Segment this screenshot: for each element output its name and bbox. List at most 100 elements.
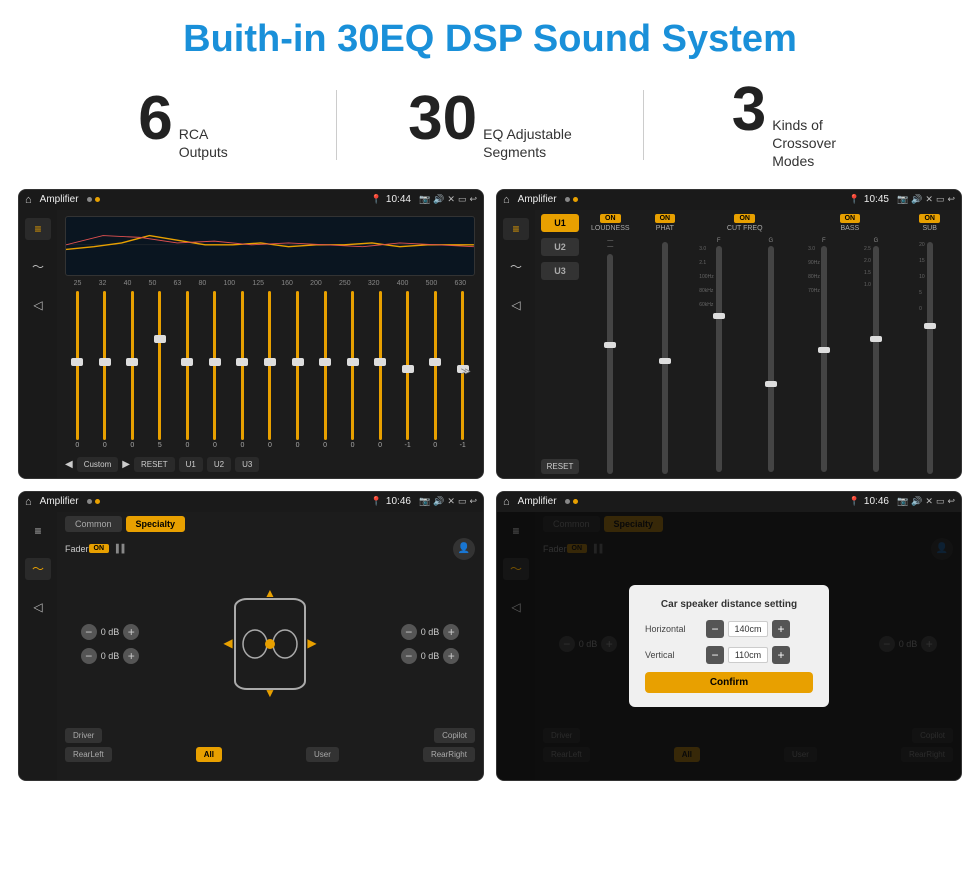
- db-control-br: − 0 dB +: [401, 648, 460, 664]
- eq-u3-btn[interactable]: U3: [235, 457, 259, 472]
- db-val-bl: 0 dB: [101, 651, 120, 661]
- svg-text:▲: ▲: [264, 586, 276, 600]
- stat-eq: 30 EQ Adjustable Segments: [347, 88, 633, 161]
- volume-icon-2: 🔊: [911, 194, 922, 205]
- db-plus-tl[interactable]: +: [123, 624, 139, 640]
- fader-on-badge[interactable]: ON: [89, 544, 110, 553]
- stat-number-crossover: 3: [732, 79, 766, 141]
- horizontal-minus[interactable]: −: [706, 620, 724, 638]
- pin-icon-4: 📍: [849, 496, 860, 507]
- back-icon-1[interactable]: ↩: [469, 194, 477, 205]
- confirm-button[interactable]: Confirm: [645, 672, 813, 693]
- back-icon-2[interactable]: ↩: [947, 194, 955, 205]
- eq-play-btn[interactable]: ▶: [122, 459, 130, 470]
- x-icon-1: ✕: [447, 194, 455, 205]
- db-minus-br[interactable]: −: [401, 648, 417, 664]
- xover-on-loudness[interactable]: ON: [600, 214, 621, 223]
- db-plus-tr[interactable]: +: [443, 624, 459, 640]
- side-icons-3: ≡ 〜 ◁: [19, 512, 57, 780]
- db-minus-tl[interactable]: −: [81, 624, 97, 640]
- db-plus-br[interactable]: +: [443, 648, 459, 664]
- fader-profile-icon[interactable]: 👤: [453, 538, 475, 560]
- stat-number-rca: 6: [138, 88, 172, 150]
- stat-rca: 6 RCA Outputs: [40, 88, 326, 161]
- vertical-minus[interactable]: −: [706, 646, 724, 664]
- copilot-btn[interactable]: Copilot: [434, 728, 475, 743]
- speaker-icon-1[interactable]: ◁: [25, 294, 51, 316]
- eq-arrow-right[interactable]: ≫: [461, 366, 471, 377]
- loudness-slider[interactable]: [607, 254, 613, 474]
- eq-icon-2[interactable]: ≡: [503, 218, 529, 240]
- xover-u3[interactable]: U3: [541, 262, 579, 280]
- eq-graph: [65, 216, 475, 276]
- svg-text:▼: ▼: [264, 686, 276, 700]
- home-icon-1[interactable]: ⌂: [25, 194, 32, 206]
- back-icon-3[interactable]: ↩: [469, 496, 477, 507]
- x-icon-3: ✕: [447, 496, 455, 507]
- screen4-title: Amplifier: [518, 496, 557, 507]
- screen2-title: Amplifier: [518, 194, 557, 205]
- db-val-tr: 0 dB: [421, 627, 440, 637]
- fader-tabs-row: Common Specialty: [65, 516, 475, 532]
- eq-icon-1[interactable]: ≡: [25, 218, 51, 240]
- volume-icon-4: 🔊: [911, 496, 922, 507]
- status-dots-3: [87, 499, 100, 504]
- xover-on-phat[interactable]: ON: [655, 214, 676, 223]
- db-minus-tr[interactable]: −: [401, 624, 417, 640]
- camera-icon-3: 📷: [419, 496, 430, 507]
- home-icon-2[interactable]: ⌂: [503, 194, 510, 206]
- xover-ch-cutfreq: ON CUT FREQ F 3.0 2.1 100Hz: [694, 214, 795, 474]
- dialog-box: Car speaker distance setting Horizontal …: [629, 585, 829, 707]
- car-diagram-area: ▲ ▼ ◀ ▶: [155, 564, 385, 724]
- status-dots-1: [87, 197, 100, 202]
- rearright-btn[interactable]: RearRight: [423, 747, 475, 762]
- tab-common[interactable]: Common: [65, 516, 122, 532]
- eq-u1-btn[interactable]: U1: [179, 457, 203, 472]
- xover-channels-area: ON LOUDNESS — —: [585, 214, 955, 474]
- xover-label-cutfreq: CUT FREQ: [727, 225, 763, 232]
- xover-left-panel: U1 U2 U3 RESET: [541, 214, 579, 474]
- side-icons-2: ≡ 〜 ◁: [497, 210, 535, 478]
- db-val-tl: 0 dB: [101, 627, 120, 637]
- user-btn[interactable]: User: [306, 747, 339, 762]
- camera-icon-4: 📷: [897, 496, 908, 507]
- xover-label-phat: PHAT: [656, 225, 674, 232]
- eq-bottom-row: ◀ Custom ▶ RESET U1 U2 U3: [65, 457, 475, 472]
- wave-icon-3[interactable]: 〜: [25, 558, 51, 580]
- horizontal-plus[interactable]: +: [772, 620, 790, 638]
- status-bar-2: ⌂ Amplifier 📍 10:45 📷 🔊 ✕ ▭ ↩: [497, 190, 961, 210]
- xover-on-cutfreq[interactable]: ON: [734, 214, 755, 223]
- xover-reset[interactable]: RESET: [541, 459, 579, 474]
- tab-specialty[interactable]: Specialty: [126, 516, 186, 532]
- xover-u1[interactable]: U1: [541, 214, 579, 232]
- eq-reset-btn[interactable]: RESET: [134, 457, 175, 472]
- x-icon-4: ✕: [925, 496, 933, 507]
- eq-icon-3[interactable]: ≡: [25, 520, 51, 542]
- xover-u2[interactable]: U2: [541, 238, 579, 256]
- eq-prev-btn[interactable]: ◀: [65, 459, 73, 470]
- xover-on-bass[interactable]: ON: [840, 214, 861, 223]
- xover-on-sub[interactable]: ON: [919, 214, 940, 223]
- vertical-plus[interactable]: +: [772, 646, 790, 664]
- vertical-label: Vertical: [645, 650, 700, 660]
- stat-text-crossover: Kinds of Crossover Modes: [772, 116, 862, 171]
- svg-text:◀: ◀: [223, 636, 233, 650]
- all-btn[interactable]: All: [196, 747, 222, 762]
- driver-btn[interactable]: Driver: [65, 728, 102, 743]
- rearleft-btn[interactable]: RearLeft: [65, 747, 112, 762]
- xover-ch-sub: ON SUB 20 15 10 5 0: [904, 214, 955, 474]
- home-icon-3[interactable]: ⌂: [25, 496, 32, 508]
- xover-label-loudness: LOUDNESS: [591, 225, 630, 232]
- back-icon-4[interactable]: ↩: [947, 496, 955, 507]
- status-bar-4: ⌂ Amplifier 📍 10:46 📷 🔊 ✕ ▭ ↩: [497, 492, 961, 512]
- eq-u2-btn[interactable]: U2: [207, 457, 231, 472]
- home-icon-4[interactable]: ⌂: [503, 496, 510, 508]
- speaker-icon-2[interactable]: ◁: [503, 294, 529, 316]
- svg-text:▶: ▶: [307, 636, 317, 650]
- wave-icon-2[interactable]: 〜: [503, 256, 529, 278]
- db-plus-bl[interactable]: +: [123, 648, 139, 664]
- db-minus-bl[interactable]: −: [81, 648, 97, 664]
- speaker-icon-3[interactable]: ◁: [25, 596, 51, 618]
- wave-icon-1[interactable]: 〜: [25, 256, 51, 278]
- screen-dialog: ⌂ Amplifier 📍 10:46 📷 🔊 ✕ ▭ ↩ ≡ 〜 ◁: [496, 491, 962, 781]
